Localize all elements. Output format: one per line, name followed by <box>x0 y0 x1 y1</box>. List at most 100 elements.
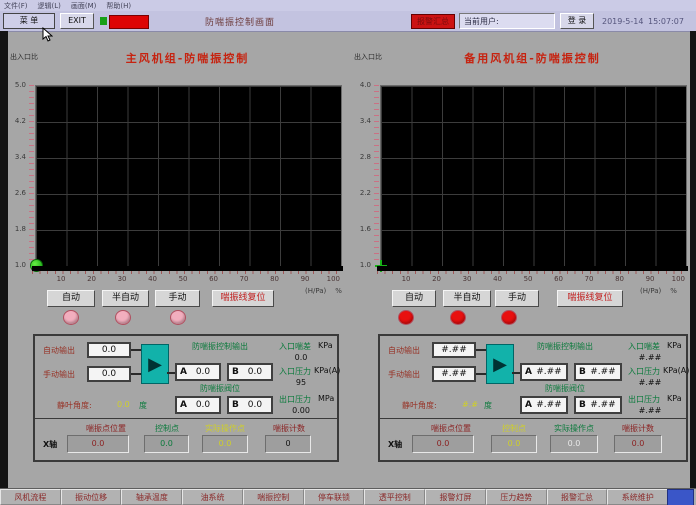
x-axis-label: X轴 <box>43 439 57 450</box>
manual-button-main[interactable]: 手动 <box>155 290 200 307</box>
left-chart-x-ticks <box>32 271 343 274</box>
actual-point-value: 0.0 <box>550 435 598 453</box>
left-chart-x-unit: (H/Pa)% <box>305 287 342 295</box>
status-icon <box>100 17 107 25</box>
exit-button[interactable]: EXIT <box>60 13 94 29</box>
menu-item[interactable]: 文件(F) <box>4 1 28 11</box>
vane-angle-value: #.# <box>462 400 478 409</box>
inlet-diff-unit: KPa <box>667 341 682 350</box>
valve-a-box: A 0.0 <box>175 396 221 414</box>
surge-point-value: 0.0 <box>67 435 129 453</box>
x-tick-label: 40 <box>127 275 158 283</box>
left-chart-plot[interactable] <box>35 85 342 266</box>
inlet-press-label: 入口压力 <box>279 366 311 377</box>
nav-corner-box[interactable] <box>667 489 694 505</box>
left-chart-y-axis: 5.04.23.42.61.81.0 <box>6 85 26 265</box>
bottom-nav-item[interactable]: 油系统 <box>182 489 243 505</box>
menu-item[interactable]: 逻辑(L) <box>38 1 61 11</box>
surge-count-value: 0 <box>265 435 311 453</box>
backup-fan-data-panel: 自动输出 #.## 手动输出 #.## ▶ 防喘振控制输出 A #.## B #… <box>378 334 688 420</box>
bottom-nav-item[interactable]: 报警汇总 <box>547 489 608 505</box>
bottom-nav-item[interactable]: 轴承温度 <box>121 489 182 505</box>
vane-angle-label: 静叶角度: <box>57 400 92 411</box>
x-tick-label: 30 <box>96 275 127 283</box>
valve-b-tag: B <box>576 400 586 410</box>
surge-line-reset-button-backup[interactable]: 喘振线复位 <box>557 290 623 307</box>
x-tick-label: 80 <box>594 275 625 283</box>
semi-auto-button-backup[interactable]: 半自动 <box>443 290 491 307</box>
y-tick-label: 2.2 <box>360 189 371 197</box>
control-point-value: 0.0 <box>491 435 537 453</box>
right-chart-axis-caption: 出入口比 <box>354 52 382 62</box>
y-tick-label: 1.0 <box>360 261 371 269</box>
output-a-tag: A <box>522 367 532 377</box>
bottom-nav-item[interactable]: 停车联锁 <box>304 489 365 505</box>
x-tick-label: 90 <box>279 275 310 283</box>
bottom-nav-item[interactable]: 透平控制 <box>364 489 425 505</box>
output-b-box: B 0.0 <box>227 363 273 381</box>
left-chart-axis-caption: 出入口比 <box>10 52 38 62</box>
manual-button-backup[interactable]: 手动 <box>495 290 539 307</box>
valve-b-box: B #.## <box>574 396 622 414</box>
bottom-nav-item[interactable]: 压力趋势 <box>486 489 547 505</box>
outlet-press-value: 0.00 <box>281 406 321 415</box>
inlet-diff-label: 入口喘差 <box>628 341 660 352</box>
current-user-field[interactable]: 当前用户: <box>459 13 555 29</box>
auto-button-backup[interactable]: 自动 <box>392 290 436 307</box>
vane-angle-label: 静叶角度: <box>402 400 437 411</box>
x-tick-label: 10 <box>35 275 66 283</box>
alarm-summary-button[interactable]: 报警汇总 <box>411 14 455 29</box>
x-tick-label: 20 <box>411 275 442 283</box>
login-button[interactable]: 登 录 <box>560 13 594 29</box>
bottom-nav-item[interactable]: 风机流程 <box>0 489 61 505</box>
outlet-press-label: 出口压力 <box>628 394 660 405</box>
x-tick-label: 40 <box>472 275 503 283</box>
x-axis-label: X轴 <box>388 439 402 450</box>
x-tick-label: 50 <box>157 275 188 283</box>
auto-mode-lamp <box>63 310 79 325</box>
manual-output-label: 手动输出 <box>43 369 75 380</box>
valve-a-value: #.## <box>532 400 566 410</box>
y-tick-label: 4.2 <box>15 117 26 125</box>
anti-surge-valve-label: 防喘振阀位 <box>160 383 280 394</box>
page-title: 防喘振控制画面 <box>160 15 320 28</box>
inlet-diff-value: #.## <box>630 353 670 362</box>
bottom-nav-item[interactable]: 喘振控制 <box>243 489 304 505</box>
bottom-nav-item[interactable]: 振动位移 <box>61 489 122 505</box>
inlet-diff-label: 入口喘差 <box>279 341 311 352</box>
valve-b-tag: B <box>229 400 239 410</box>
menu-item[interactable]: 画面(M) <box>71 1 97 11</box>
menu-item[interactable]: 帮助(H) <box>106 1 131 11</box>
inlet-diff-value: 0.0 <box>281 353 321 362</box>
y-tick-label: 3.4 <box>15 153 26 161</box>
output-a-value: #.## <box>532 367 566 377</box>
vane-angle-unit: 度 <box>139 400 147 411</box>
bottom-nav-item[interactable]: 报警灯屏 <box>425 489 486 505</box>
auto-button-main[interactable]: 自动 <box>47 290 95 307</box>
x-tick-label: 60 <box>533 275 564 283</box>
output-a-box: A #.## <box>520 363 568 381</box>
surge-line-reset-button-main[interactable]: 喘振线复位 <box>212 290 274 307</box>
valve-a-value: 0.0 <box>187 400 219 410</box>
valve-a-tag: A <box>177 400 187 410</box>
bottom-nav-item[interactable]: 系统维护 <box>607 489 668 505</box>
auto-output-label: 自动输出 <box>43 345 75 356</box>
right-chart-plot[interactable] <box>380 85 687 266</box>
x-tick-label: 100 <box>655 275 686 283</box>
actual-point-value: 0.0 <box>202 435 248 453</box>
x-tick-label: 90 <box>624 275 655 283</box>
auto-mode-lamp <box>398 310 414 325</box>
manual-mode-lamp <box>170 310 186 325</box>
toolbar: 菜 单 EXIT 防喘振控制画面 报警汇总 当前用户: 登 录 2019-5-1… <box>0 11 696 32</box>
x-tick-label: 60 <box>188 275 219 283</box>
y-tick-label: 1.8 <box>15 225 26 233</box>
x-tick-label: 20 <box>66 275 97 283</box>
main-fan-surge-row: X轴 喘振点位置 控制点 实际操作点 喘振计数 0.0 0.0 0.0 0 <box>33 419 339 462</box>
x-tick-label: 10 <box>380 275 411 283</box>
manual-output-value: 0.0 <box>87 366 131 382</box>
output-b-tag: B <box>229 367 239 377</box>
y-tick-label: 1.6 <box>360 225 371 233</box>
semi-auto-button-main[interactable]: 半自动 <box>102 290 149 307</box>
anti-surge-output-label: 防喘振控制输出 <box>160 341 280 352</box>
right-chart-x-unit: (H/Pa)% <box>640 287 677 295</box>
